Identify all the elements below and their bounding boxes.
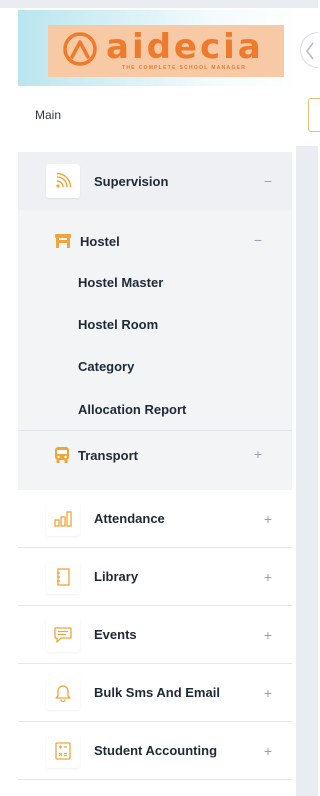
sidebar-item-library[interactable]: Library + <box>18 548 292 606</box>
submenu-item-transport[interactable]: Transport <box>54 443 138 467</box>
brand-tagline: THE COMPLETE SCHOOL MANAGER <box>122 65 247 71</box>
submenu-link-allocation-report[interactable]: Allocation Report <box>78 402 186 417</box>
sidebar-item-attendance[interactable]: Attendance + <box>18 490 292 548</box>
supervision-submenu: Hostel − Hostel Master Hostel Room Categ… <box>18 210 292 492</box>
submenu-item-label: Transport <box>78 447 138 463</box>
brand-logo[interactable]: aidecia THE COMPLETE SCHOOL MANAGER <box>48 25 284 77</box>
bus-icon <box>55 447 69 463</box>
expand-sign[interactable]: + <box>264 627 272 643</box>
divider <box>18 430 292 431</box>
sidebar-collapse-button[interactable] <box>300 32 318 68</box>
sidebar-item-label: Events <box>94 627 137 642</box>
app-frame: aidecia THE COMPLETE SCHOOL MANAGER Main… <box>0 0 320 796</box>
expand-sign[interactable]: + <box>264 511 272 527</box>
bell-icon <box>46 675 80 710</box>
sidebar-item-label: Attendance <box>94 511 165 526</box>
section-label-main: Main <box>35 108 62 122</box>
expand-sign[interactable]: + <box>264 743 272 759</box>
sidebar-item-bulk-sms-email[interactable]: Bulk Sms And Email + <box>18 664 292 722</box>
sidebar-item-supervision[interactable]: Supervision − <box>18 152 292 210</box>
submenu-item-label: Hostel <box>80 233 120 249</box>
logo-header: aidecia THE COMPLETE SCHOOL MANAGER <box>18 10 300 86</box>
expand-sign[interactable]: + <box>264 569 272 585</box>
submenu-link-category[interactable]: Category <box>78 359 134 374</box>
sidebar-item-label: Supervision <box>94 173 169 189</box>
sidebar-item-label: Bulk Sms And Email <box>94 685 220 700</box>
expand-sign[interactable]: + <box>254 446 262 462</box>
chevron-left-icon <box>306 42 314 60</box>
submenu-link-hostel-master[interactable]: Hostel Master <box>78 275 163 290</box>
hostel-icon <box>55 234 71 248</box>
submenu-link-hostel-room[interactable]: Hostel Room <box>78 317 158 332</box>
sidebar-item-label: Library <box>94 569 139 584</box>
content-edge-button[interactable] <box>308 98 320 132</box>
brand-name: aidecia <box>106 27 264 67</box>
message-icon <box>46 617 80 652</box>
sidebar-item-label: Student Accounting <box>94 743 218 758</box>
sidebar-item-events[interactable]: Events + <box>18 606 292 664</box>
rss-icon <box>46 164 80 198</box>
submenu-item-hostel[interactable]: Hostel <box>54 229 120 253</box>
calculator-icon <box>46 733 80 768</box>
content-area <box>296 146 318 796</box>
notebook-icon <box>46 559 80 594</box>
sidebar-menu: Supervision − Hostel − Hostel Master Hos… <box>18 146 292 796</box>
logo-mark-icon <box>63 32 97 66</box>
expand-sign[interactable]: + <box>264 685 272 701</box>
collapse-sign[interactable]: − <box>254 232 262 248</box>
top-strip <box>0 0 318 8</box>
collapse-sign[interactable]: − <box>264 173 272 189</box>
sidebar-item-student-accounting[interactable]: Student Accounting + <box>18 722 292 780</box>
bar-chart-icon <box>46 501 80 536</box>
